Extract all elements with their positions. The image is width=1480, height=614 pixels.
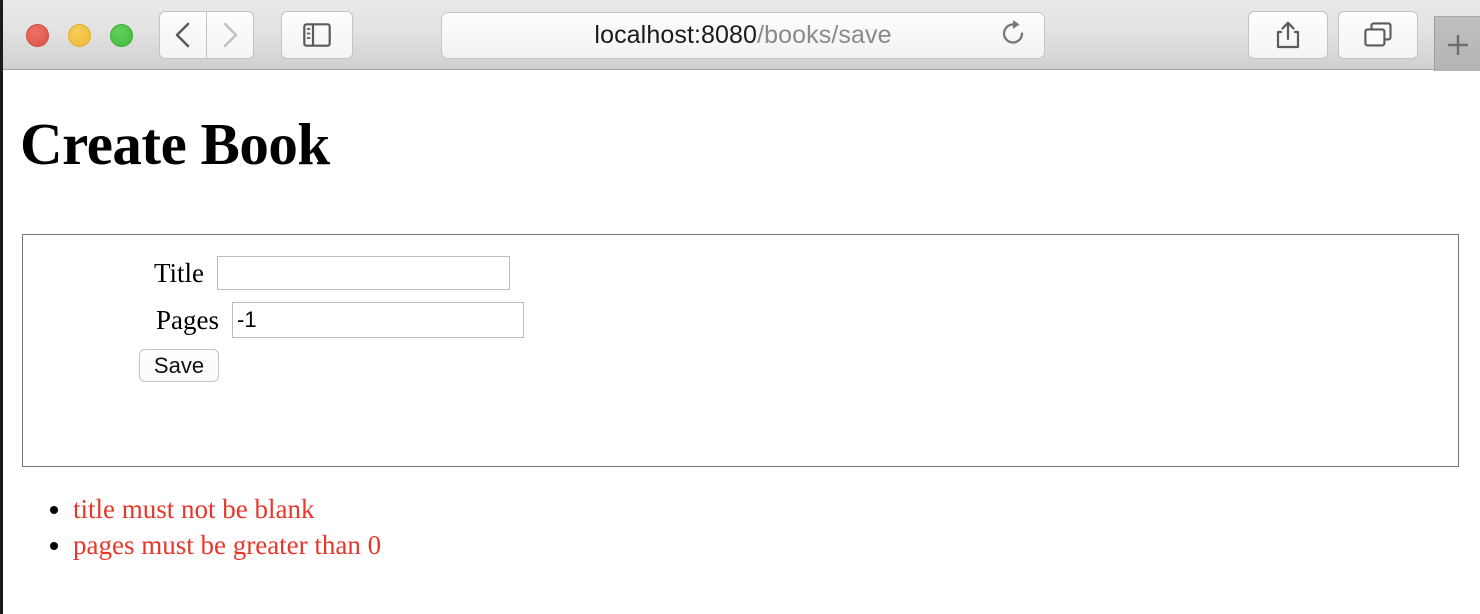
traffic-lights	[26, 24, 133, 47]
back-button[interactable]	[159, 11, 206, 59]
list-item: title must not be blank	[73, 491, 381, 527]
reload-icon	[1002, 19, 1024, 44]
validation-error-list: title must not be blank pages must be gr…	[19, 491, 381, 563]
plus-icon	[1447, 34, 1468, 55]
maximize-window-button[interactable]	[110, 24, 133, 47]
tab-overview-icon	[1364, 22, 1392, 47]
chevron-right-icon	[223, 22, 238, 48]
error-message-title: title must not be blank	[73, 494, 315, 524]
browser-toolbar: localhost:8080/books/save	[0, 0, 1480, 72]
title-field-row: Title	[130, 256, 510, 290]
page-content: Create Book Title Pages Save title must …	[3, 71, 1480, 614]
chevron-left-icon	[175, 22, 190, 48]
pages-input[interactable]	[232, 302, 524, 338]
url-path: /books/save	[757, 21, 892, 49]
sidebar-toggle-icon	[303, 23, 331, 47]
share-button[interactable]	[1248, 11, 1328, 59]
close-window-button[interactable]	[26, 24, 49, 47]
share-icon	[1276, 21, 1300, 49]
list-item: pages must be greater than 0	[73, 527, 381, 563]
reload-button[interactable]	[1000, 19, 1026, 52]
url-text: localhost:8080/books/save	[594, 21, 891, 50]
title-input[interactable]	[217, 256, 510, 290]
pages-label: Pages	[156, 304, 219, 335]
new-tab-button[interactable]	[1434, 16, 1480, 72]
url-host: localhost:8080	[594, 21, 758, 49]
minimize-window-button[interactable]	[68, 24, 91, 47]
forward-button[interactable]	[206, 11, 254, 59]
title-label: Title	[153, 257, 204, 288]
window-left-edge	[0, 0, 3, 614]
pages-field-row: Pages	[130, 302, 524, 338]
browser-window: localhost:8080/books/save Create Book Ti…	[0, 0, 1480, 614]
create-book-form: Title Pages Save	[22, 234, 1459, 467]
sidebar-toggle-button[interactable]	[281, 11, 353, 59]
tab-overview-button[interactable]	[1338, 11, 1418, 59]
error-message-pages: pages must be greater than 0	[73, 530, 382, 560]
save-button[interactable]: Save	[139, 349, 219, 382]
url-bar[interactable]: localhost:8080/books/save	[441, 12, 1045, 59]
page-title: Create Book	[20, 111, 330, 177]
